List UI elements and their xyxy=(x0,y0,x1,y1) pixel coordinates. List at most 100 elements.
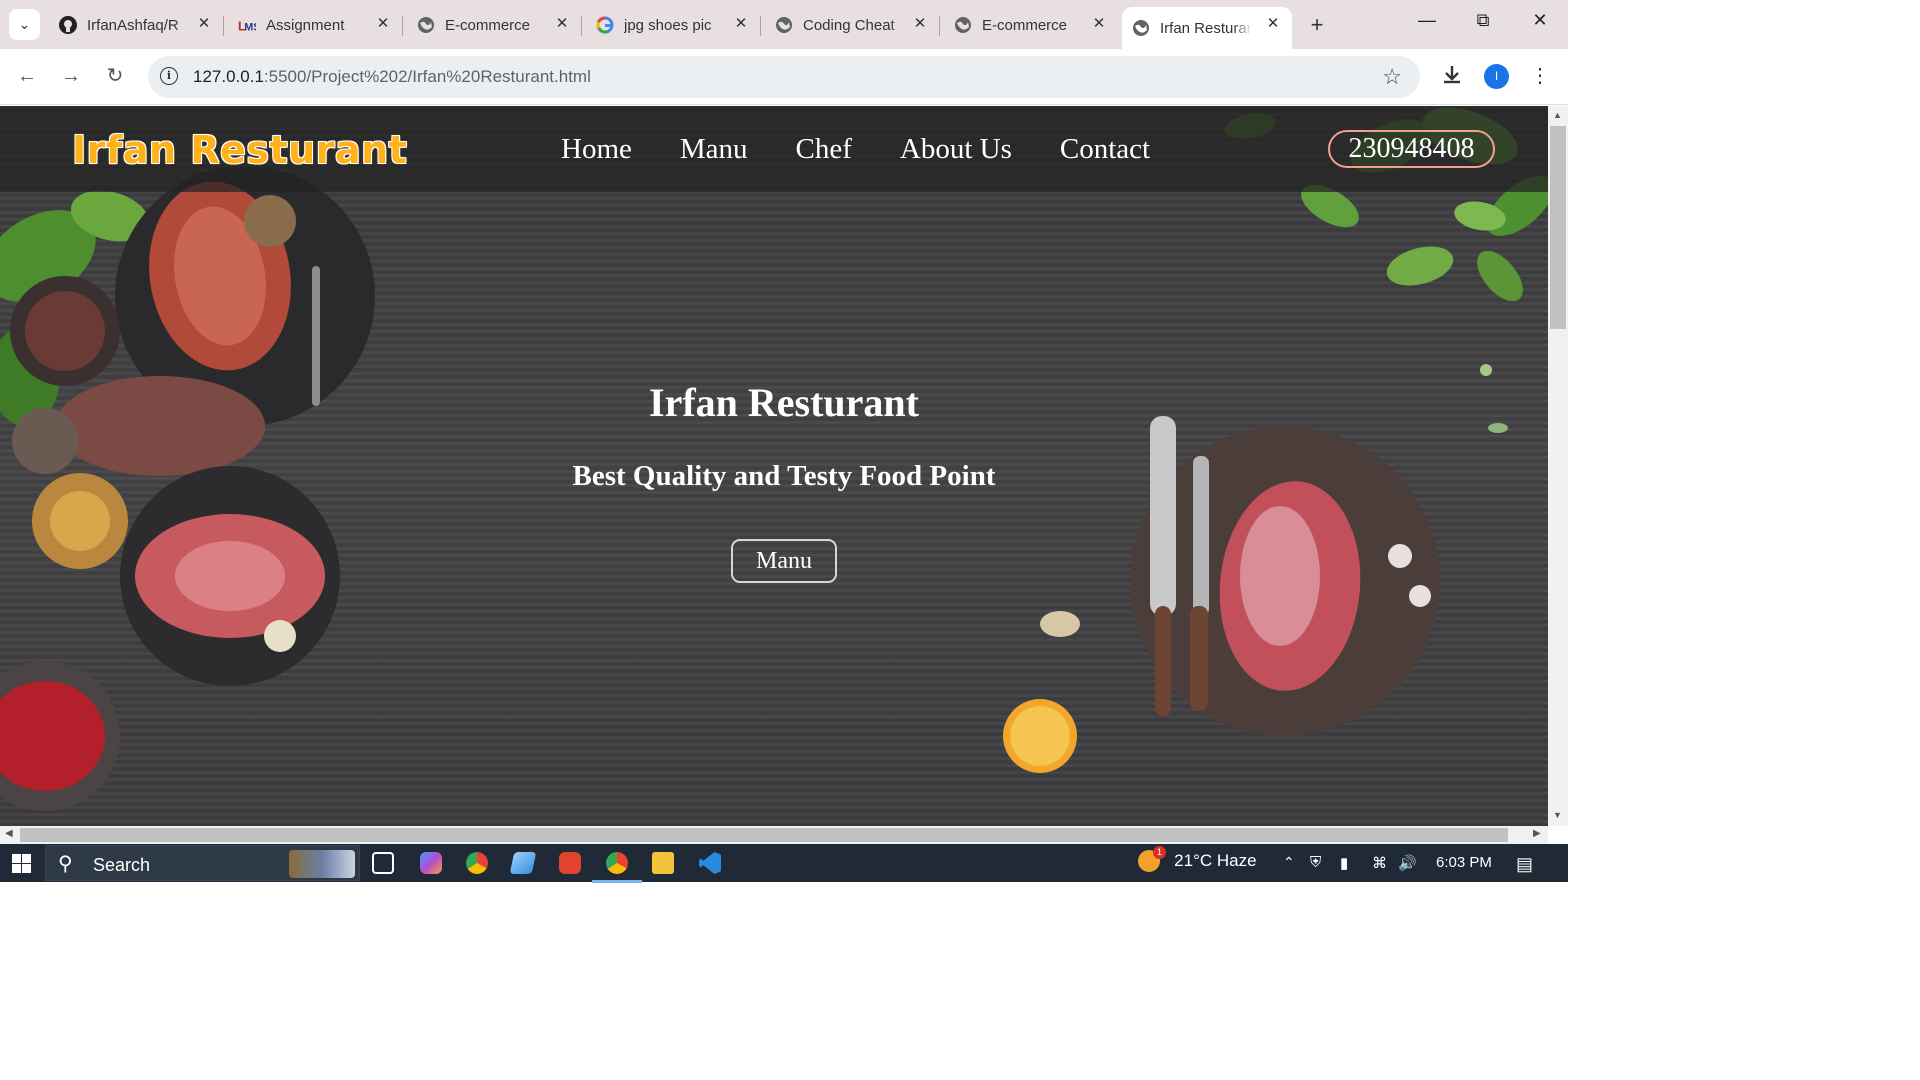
tab-ecommerce-1[interactable]: E-commerce ✕ xyxy=(403,7,582,43)
page-viewport: Irfan Resturant Home Manu Chef About Us … xyxy=(0,106,1548,826)
weather-badge: 1 xyxy=(1153,846,1166,859)
browser-menu-button[interactable]: ⋮ xyxy=(1530,63,1550,88)
minimize-icon: — xyxy=(1418,10,1436,30)
weather-widget[interactable]: 1 21°C Haze xyxy=(1138,846,1257,872)
site-navbar: Irfan Resturant Home Manu Chef About Us … xyxy=(0,106,1548,192)
phone-number-button[interactable]: 230948408 xyxy=(1328,130,1495,168)
forward-button[interactable]: → xyxy=(58,63,84,89)
store-app-icon[interactable] xyxy=(509,852,537,874)
reload-button[interactable]: ↻ xyxy=(102,63,128,89)
google-icon xyxy=(596,16,614,34)
vertical-scrollbar[interactable]: ▲ ▼ xyxy=(1548,106,1568,826)
globe-icon xyxy=(417,16,435,34)
close-icon[interactable]: ✕ xyxy=(374,15,392,33)
tab-github[interactable]: IrfanAshfaq/R ✕ xyxy=(45,7,224,43)
wps-office-icon[interactable] xyxy=(559,852,581,874)
tab-coding-cheat[interactable]: Coding Cheat ✕ xyxy=(761,7,940,43)
search-highlight-art xyxy=(289,850,355,878)
close-icon[interactable]: ✕ xyxy=(553,15,571,33)
close-icon[interactable]: ✕ xyxy=(732,15,750,33)
taskbar-search-box[interactable]: ⚲ Search xyxy=(45,845,360,881)
horizontal-scroll-thumb[interactable] xyxy=(20,828,1508,842)
battery-icon[interactable]: ▮ xyxy=(1340,854,1348,872)
restore-button[interactable]: ⧉ xyxy=(1468,10,1498,31)
wifi-icon[interactable]: ⌘ xyxy=(1372,854,1387,872)
address-bar[interactable]: i 127.0.0.1:5500/Project%202/Irfan%20Res… xyxy=(148,56,1420,98)
windows-taskbar: ⚲ Search 1 21°C Haze ⌃ ⛨ ▮ ⌘ 🔊 6:03 PM ▤ xyxy=(0,844,1568,883)
scroll-up-arrow-icon[interactable]: ▲ xyxy=(1553,110,1562,120)
profile-avatar[interactable]: I xyxy=(1484,64,1509,89)
horizontal-scrollbar[interactable]: ◀ ▶ xyxy=(0,826,1548,844)
browser-toolbar: ← → ↻ i 127.0.0.1:5500/Project%202/Irfan… xyxy=(0,49,1568,105)
tab-title: jpg shoes pic xyxy=(624,16,712,34)
scroll-left-arrow-icon[interactable]: ◀ xyxy=(5,828,13,839)
site-info-icon[interactable]: i xyxy=(160,67,178,85)
restore-icon: ⧉ xyxy=(1476,10,1490,30)
scroll-right-arrow-icon[interactable]: ▶ xyxy=(1533,828,1541,839)
chrome-icon[interactable] xyxy=(466,852,488,874)
arrow-left-icon: ← xyxy=(17,65,37,87)
nav-link-manu[interactable]: Manu xyxy=(680,133,748,166)
new-tab-button[interactable]: + xyxy=(1304,12,1330,38)
tab-title: IrfanAshfaq/R xyxy=(87,16,179,34)
bookmark-star-icon[interactable]: ☆ xyxy=(1382,64,1402,90)
url-text[interactable]: 127.0.0.1:5500/Project%202/Irfan%20Restu… xyxy=(193,67,591,87)
tab-irfan-resturant[interactable]: Irfan Resturan ✕ xyxy=(1122,7,1292,49)
tab-google-search[interactable]: jpg shoes pic ✕ xyxy=(582,7,761,43)
kebab-menu-icon: ⋮ xyxy=(1530,65,1550,87)
arrow-right-icon: → xyxy=(61,65,81,87)
svg-text:MS: MS xyxy=(244,21,256,33)
security-shield-icon[interactable]: ⛨ xyxy=(1310,854,1321,871)
tab-title: Irfan Resturan xyxy=(1160,19,1252,37)
downloads-button[interactable] xyxy=(1440,63,1464,93)
github-icon xyxy=(59,16,77,34)
volume-icon[interactable]: 🔊 xyxy=(1398,854,1417,872)
hero-menu-button[interactable]: Manu xyxy=(731,539,837,583)
tab-search-button[interactable]: ⌄ xyxy=(9,9,40,40)
nav-link-about-us[interactable]: About Us xyxy=(900,133,1012,166)
tab-title: Coding Cheat xyxy=(803,16,895,34)
nav-link-home[interactable]: Home xyxy=(561,133,632,166)
nav-link-contact[interactable]: Contact xyxy=(1060,133,1150,166)
url-host: 127.0.0.1 xyxy=(193,67,264,86)
tab-title: E-commerce xyxy=(445,16,531,34)
vertical-scroll-thumb[interactable] xyxy=(1550,126,1566,329)
browser-tab-strip: ⌄ IrfanAshfaq/R ✕ LMS Assignment ✕ E-com… xyxy=(0,0,1568,49)
hero-title: Irfan Resturant xyxy=(649,380,919,425)
file-explorer-icon[interactable] xyxy=(652,852,674,874)
close-icon[interactable]: ✕ xyxy=(911,15,929,33)
copilot-icon[interactable] xyxy=(420,852,442,874)
close-icon: ✕ xyxy=(1532,10,1548,30)
lms-icon: LMS xyxy=(238,16,256,34)
close-window-button[interactable]: ✕ xyxy=(1525,10,1555,31)
chrome-active-icon[interactable] xyxy=(592,852,642,883)
taskbar-search-label: Search xyxy=(93,855,151,875)
scroll-down-arrow-icon[interactable]: ▼ xyxy=(1553,810,1562,820)
clock-time[interactable]: 6:03 PM xyxy=(1436,854,1492,871)
tab-ecommerce-2[interactable]: E-commerce ✕ xyxy=(940,7,1118,43)
close-icon[interactable]: ✕ xyxy=(195,15,213,33)
vscode-icon[interactable] xyxy=(699,852,721,874)
close-icon[interactable]: ✕ xyxy=(1090,15,1108,33)
plus-icon: + xyxy=(1310,12,1324,37)
minimize-button[interactable]: — xyxy=(1412,10,1442,31)
site-nav-links: Home Manu Chef About Us Contact xyxy=(561,133,1198,166)
tray-overflow-chevron-icon[interactable]: ⌃ xyxy=(1283,854,1295,871)
tab-title: E-commerce xyxy=(982,16,1068,34)
globe-icon xyxy=(1132,19,1150,37)
task-view-icon[interactable] xyxy=(372,852,394,874)
nav-link-chef[interactable]: Chef xyxy=(796,133,852,166)
globe-icon xyxy=(775,16,793,34)
weather-text: 21°C Haze xyxy=(1174,851,1257,870)
weather-sun-icon: 1 xyxy=(1138,846,1166,872)
back-button[interactable]: ← xyxy=(14,63,40,89)
download-icon xyxy=(1444,66,1460,84)
windows-start-icon[interactable] xyxy=(12,854,31,873)
tab-title: Assignment xyxy=(266,16,345,34)
close-icon[interactable]: ✕ xyxy=(1264,15,1282,33)
notifications-icon[interactable]: ▤ xyxy=(1516,854,1533,875)
site-logo[interactable]: Irfan Resturant xyxy=(72,128,407,172)
search-icon: ⚲ xyxy=(58,853,73,875)
globe-icon xyxy=(954,16,972,34)
tab-assignment[interactable]: LMS Assignment ✕ xyxy=(224,7,403,43)
